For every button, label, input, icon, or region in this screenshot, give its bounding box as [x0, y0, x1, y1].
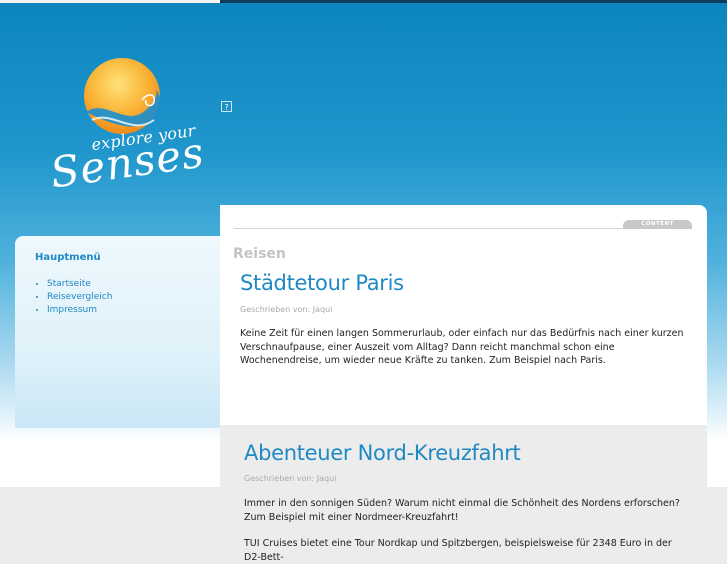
sidebar-item-label[interactable]: Impressum [47, 305, 97, 315]
sidebar: Hauptmenü Startseite Reisevergleich Impr… [15, 236, 220, 428]
content-tab: CONTENT [623, 220, 692, 229]
article-author: Geschrieben von: Jaqui [244, 474, 337, 483]
article-text-continued: TUI Cruises bietet eine Tour Nordkap und… [244, 538, 672, 563]
sidebar-item-startseite[interactable]: Startseite [47, 278, 112, 291]
sidebar-title: Hauptmenü [35, 252, 101, 263]
article-title[interactable]: Städtetour Paris [240, 271, 404, 295]
article-author: Geschrieben von: Jaqui [240, 305, 333, 314]
broken-image-icon: ? [221, 101, 232, 112]
article-title[interactable]: Abenteuer Nord-Kreuzfahrt [244, 441, 521, 465]
content-card: CONTENT Reisen Städtetour Paris Geschrie… [220, 205, 707, 425]
article-text: Keine Zeit für einen langen Sommerurlaub… [240, 328, 684, 366]
article-text: Immer in den sonnigen Süden? Warum nicht… [244, 498, 680, 523]
sidebar-menu: Startseite Reisevergleich Impressum [47, 278, 112, 317]
sidebar-item-label[interactable]: Startseite [47, 279, 91, 289]
top-strip-dark [220, 0, 727, 3]
sidebar-item-reisevergleich[interactable]: Reisevergleich [47, 291, 112, 304]
sidebar-item-label[interactable]: Reisevergleich [47, 292, 112, 302]
sidebar-item-impressum[interactable]: Impressum [47, 304, 112, 317]
section-title: Reisen [233, 246, 286, 262]
article-card: Abenteuer Nord-Kreuzfahrt Geschrieben vo… [220, 425, 707, 563]
